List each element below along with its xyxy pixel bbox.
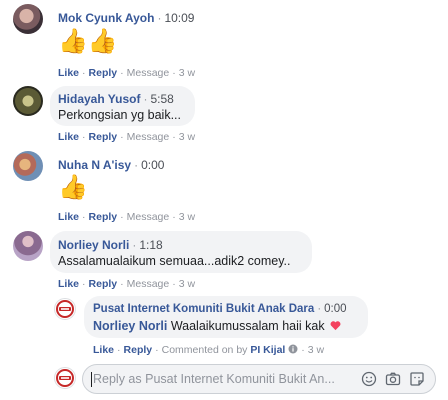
- avatar[interactable]: [13, 86, 43, 116]
- comment-age[interactable]: 3 w: [179, 278, 195, 290]
- comment-header: Hidayah Yusof · 5:58: [58, 92, 174, 106]
- comment-text: Perkongsian yg baik...: [58, 108, 181, 122]
- commenter-name[interactable]: Hidayah Yusof: [58, 92, 140, 106]
- comment-age[interactable]: 3 w: [179, 67, 195, 79]
- commenter-name[interactable]: Mok Cyunk Ayoh: [58, 11, 154, 25]
- page-logo-icon: [56, 369, 74, 387]
- comment-time: 5:58: [150, 92, 174, 106]
- commenter-page-link[interactable]: PI Kijal: [250, 344, 285, 356]
- comment-time: 1:18: [139, 238, 163, 252]
- reply-actions: Like · Reply · Commented on by PI Kijal · 3 w: [93, 344, 325, 356]
- reply-button[interactable]: Reply: [89, 211, 118, 223]
- heart-icon: [330, 321, 341, 331]
- reply-input[interactable]: Reply as Pusat Internet Komuniti Bukit A…: [82, 364, 436, 394]
- reply-button[interactable]: Reply: [89, 131, 118, 143]
- reply-placeholder: Reply as Pusat Internet Komuniti Bukit A…: [93, 372, 335, 386]
- commenter-name[interactable]: Norliey Norli: [58, 238, 129, 252]
- page-name[interactable]: Pusat Internet Komuniti Bukit Anak Dara: [93, 303, 314, 315]
- reply-message: Waalaikumussalam haii kak: [170, 319, 325, 333]
- composer-avatar: [54, 367, 76, 389]
- comment-time: 0:00: [141, 158, 165, 172]
- comment-actions: Like · Reply · Message · 3 w: [58, 67, 196, 79]
- like-button[interactable]: Like: [58, 211, 79, 223]
- message-link[interactable]: Message: [127, 278, 170, 290]
- reply-button[interactable]: Reply: [89, 278, 118, 290]
- tagged-user[interactable]: Norliey Norli: [93, 319, 167, 333]
- avatar[interactable]: [13, 4, 43, 34]
- reply-button[interactable]: Reply: [89, 67, 118, 79]
- comment-time: 10:09: [164, 11, 195, 25]
- comment-header: Mok Cyunk Ayoh · 10:09: [58, 11, 195, 25]
- info-icon[interactable]: [288, 344, 298, 354]
- reply-age[interactable]: 3 w: [308, 344, 324, 356]
- commented-by-label: Commented on by: [161, 344, 248, 356]
- sticker-icon[interactable]: [409, 371, 425, 387]
- message-link[interactable]: Message: [127, 211, 170, 223]
- comment-age[interactable]: 3 w: [179, 211, 195, 223]
- comment-header: Nuha N A'isy · 0:00: [58, 158, 165, 172]
- avatar[interactable]: [13, 151, 43, 181]
- like-button[interactable]: Like: [58, 67, 79, 79]
- comment-age[interactable]: 3 w: [179, 131, 195, 143]
- comment-header: Norliey Norli · 1:18: [58, 238, 163, 252]
- reply-header: Pusat Internet Komuniti Bukit Anak Dara ·…: [93, 303, 347, 315]
- reply-text: Norliey Norli Waalaikumussalam haii kak: [93, 319, 341, 333]
- like-button[interactable]: Like: [58, 131, 79, 143]
- reply-time: 0:00: [324, 303, 347, 315]
- text-cursor: [91, 372, 92, 387]
- camera-icon[interactable]: [385, 371, 401, 387]
- comment-text: Assalamualaikum semuaa...adik2 comey..: [58, 254, 291, 268]
- reply-button[interactable]: Reply: [124, 344, 153, 356]
- like-button[interactable]: Like: [58, 278, 79, 290]
- comment-actions: Like · Reply · Message · 3 w: [58, 211, 196, 223]
- like-button[interactable]: Like: [93, 344, 114, 356]
- avatar[interactable]: [13, 231, 43, 261]
- message-link[interactable]: Message: [127, 131, 170, 143]
- commenter-name[interactable]: Nuha N A'isy: [58, 158, 131, 172]
- thumbs-up-emoji: 👍: [58, 174, 88, 201]
- comment-actions: Like · Reply · Message · 3 w: [58, 278, 196, 290]
- message-link[interactable]: Message: [127, 67, 170, 79]
- page-logo-icon: [56, 300, 74, 318]
- emoji-icon[interactable]: [361, 371, 377, 387]
- comment-actions: Like · Reply · Message · 3 w: [58, 131, 196, 143]
- page-avatar[interactable]: [54, 298, 76, 320]
- thumbs-up-emoji: 👍👍: [58, 28, 118, 55]
